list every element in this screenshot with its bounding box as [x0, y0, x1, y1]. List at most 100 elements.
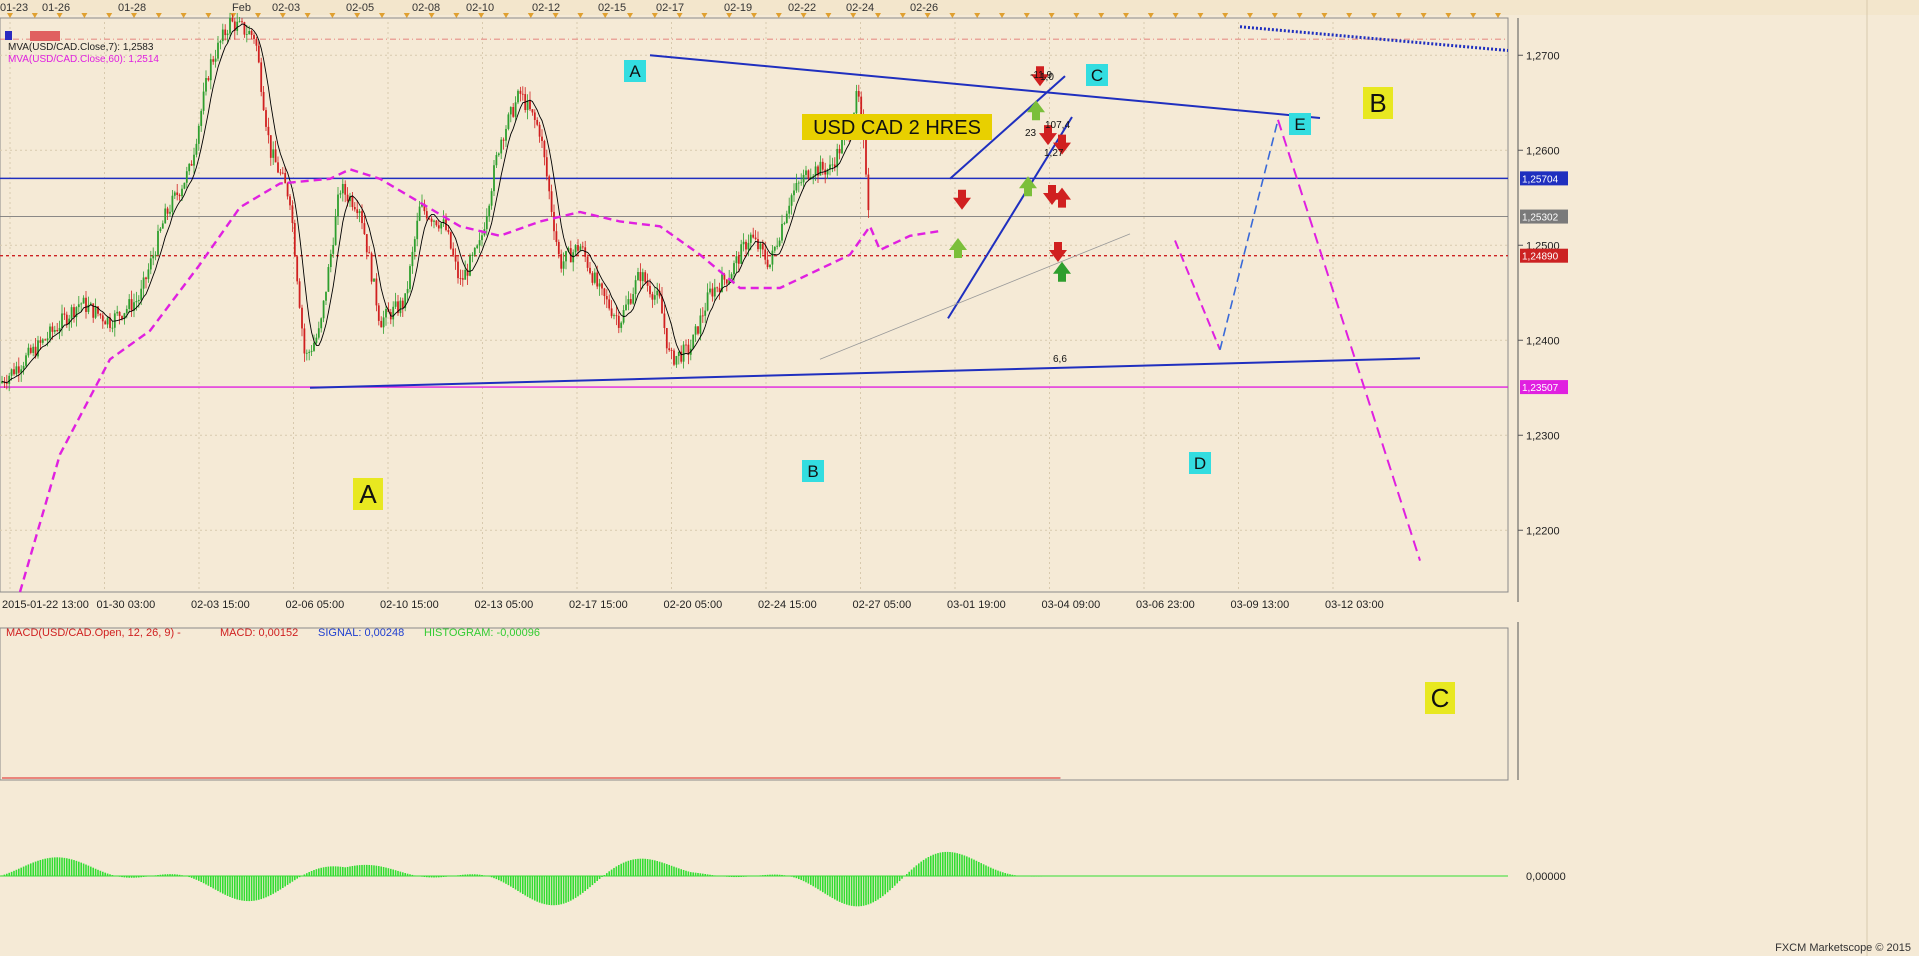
candle-body: [521, 93, 524, 95]
candle-body: [277, 162, 279, 173]
candle-body: [27, 347, 30, 356]
candle-body: [269, 135, 272, 158]
candle-body: [401, 300, 404, 309]
candle-body: [262, 91, 265, 111]
candle-body: [22, 365, 25, 370]
candle-body: [298, 281, 301, 308]
candle-body: [10, 369, 13, 376]
candle-body: [701, 315, 704, 317]
candle-body: [77, 304, 80, 308]
candle-body: [653, 295, 656, 300]
candle-body: [543, 140, 546, 158]
candle-body: [39, 340, 42, 343]
candle-body: [776, 245, 779, 247]
top-date-label: 02-19: [724, 2, 752, 14]
candle-body: [668, 348, 671, 351]
candle-body: [620, 322, 623, 328]
candle-body: [617, 315, 620, 328]
x-tick-label: 02-10 15:00: [380, 599, 439, 611]
candle-body: [838, 148, 841, 154]
candle-body: [226, 33, 229, 36]
candle-body: [322, 300, 325, 319]
candle-body: [533, 112, 536, 121]
candle-body: [788, 205, 791, 214]
top-date-label: 02-15: [598, 2, 626, 14]
candle-body: [32, 346, 35, 353]
x-tick-label: 02-17 15:00: [569, 599, 628, 611]
candle-body: [437, 225, 440, 229]
candle-body: [605, 296, 608, 300]
x-tick-label: 01-30 03:00: [97, 599, 156, 611]
candle-body: [327, 267, 330, 292]
candle-body: [128, 299, 131, 309]
candle-body: [694, 326, 697, 335]
wave-label-text: B: [807, 462, 818, 481]
candle-body: [781, 223, 783, 241]
candle-body: [586, 256, 589, 268]
candle-body: [589, 267, 591, 274]
candle-body: [757, 239, 759, 250]
wave-label-text: C: [1431, 683, 1450, 713]
candle-body: [185, 171, 188, 183]
candle-body: [639, 272, 642, 282]
candle-body: [8, 375, 11, 384]
candle-body: [205, 78, 207, 92]
candle-body: [673, 350, 675, 365]
candle-body: [601, 283, 603, 289]
candle-body: [313, 342, 315, 351]
candle-body: [742, 241, 745, 245]
x-tick-label: 02-20 05:00: [664, 599, 723, 611]
candle-body: [555, 231, 558, 242]
candle-body: [773, 246, 776, 251]
candle-body: [25, 355, 27, 366]
candle-body: [392, 306, 395, 320]
candle-body: [766, 259, 769, 268]
candle-body: [425, 211, 428, 219]
candle-body: [752, 234, 755, 238]
candle-body: [613, 315, 615, 317]
candle-body: [51, 326, 54, 332]
candle-body: [754, 237, 757, 240]
price-level-label: 1,24890: [1522, 252, 1559, 263]
candle-body: [380, 320, 383, 328]
marker-value-label: 107,4: [1045, 120, 1070, 131]
candle-body: [831, 164, 834, 166]
usdcad-chart: 01-23 01-26 01-28 Feb 02-03 02-05 02-08 02-10 02…: [0, 0, 1919, 956]
candle-body: [370, 253, 373, 282]
candle-body: [581, 246, 584, 248]
candle-body: [291, 205, 294, 224]
candle-body: [409, 266, 411, 289]
candle-body: [195, 143, 198, 155]
candle-body: [608, 299, 611, 309]
candle-body: [735, 256, 738, 264]
candle-body: [56, 330, 59, 332]
macd-zero-label: 0,00000: [1526, 871, 1566, 883]
candle-body: [548, 176, 551, 192]
candle-body: [149, 258, 152, 270]
candle-body: [550, 191, 553, 212]
candle-body: [272, 149, 275, 158]
x-tick-label: 03-12 03:00: [1325, 599, 1384, 611]
candle-body: [485, 215, 488, 230]
top-date-label: 02-10: [466, 2, 494, 14]
macd-label: MACD(USD/CAD.Open, 12, 26, 9) -: [6, 627, 181, 639]
candle-body: [497, 153, 500, 156]
candle-body: [802, 174, 805, 183]
candle-body: [29, 347, 32, 353]
candle-body: [241, 21, 243, 23]
candle-body: [598, 283, 601, 287]
candle-body: [454, 255, 457, 262]
candle-body: [334, 216, 337, 245]
candle-body: [106, 317, 109, 325]
marker-value-label: 23: [1025, 128, 1037, 139]
candle-body: [634, 280, 637, 295]
candle-body: [363, 223, 366, 235]
candle-body: [761, 243, 764, 250]
candle-body: [855, 91, 858, 114]
candle-body: [821, 161, 824, 170]
candle-body: [229, 17, 231, 34]
candle-body: [476, 245, 479, 248]
wave-label-text: E: [1294, 115, 1305, 134]
candle-body: [53, 330, 56, 332]
y-tick-label: 1,2200: [1526, 525, 1560, 537]
